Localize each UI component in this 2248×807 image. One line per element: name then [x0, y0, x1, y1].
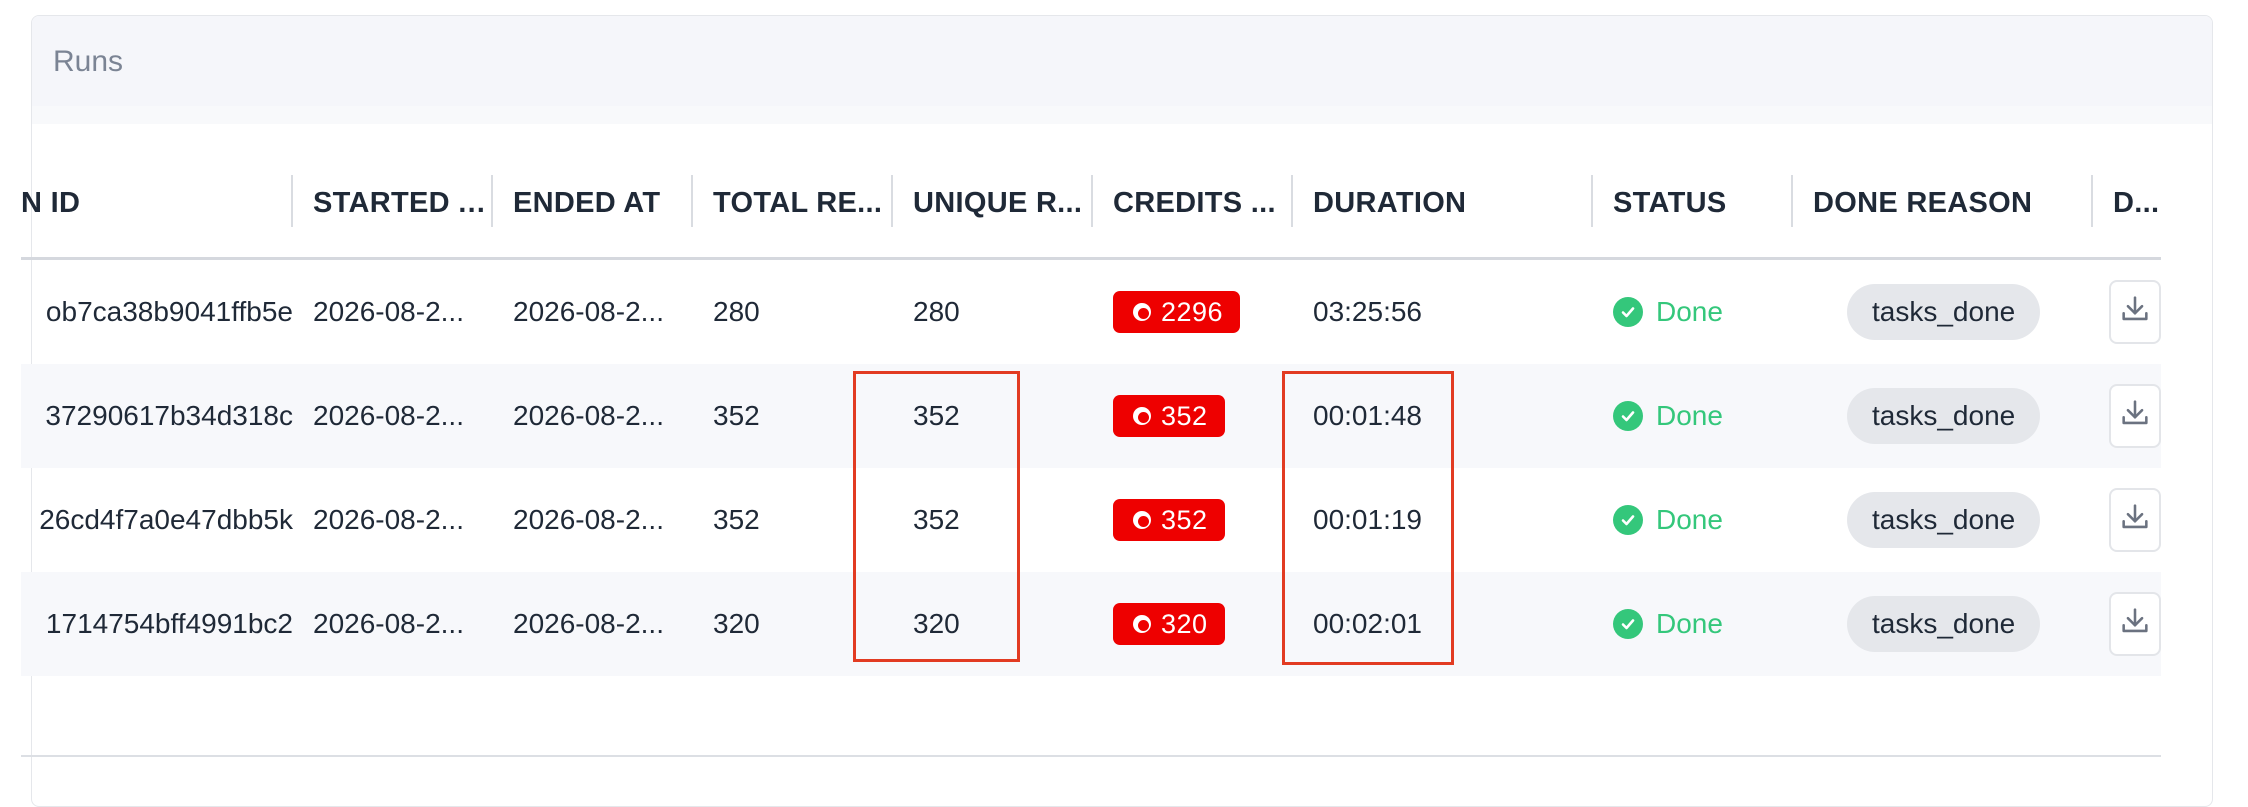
check-circle-icon: [1613, 505, 1643, 535]
column-header-ended-at[interactable]: ENDED AT: [493, 150, 693, 257]
ended-at-cell: 2026-08-2...: [513, 504, 664, 535]
highlight-box-duration: [1282, 371, 1454, 665]
status-badge: Done: [1613, 400, 1723, 432]
credits-badge: 352: [1113, 499, 1225, 541]
check-circle-icon: [1613, 609, 1643, 639]
column-header-done-reason[interactable]: DONE REASON: [1793, 150, 2093, 257]
column-header-run-id[interactable]: N ID: [21, 150, 293, 257]
credits-cell: 320: [1093, 572, 1293, 676]
table-row[interactable]: 37290617b34d318c 2026-08-2... 2026-08-2.…: [21, 364, 2161, 468]
coin-icon: [1133, 615, 1151, 633]
ended-at-cell: 2026-08-2...: [513, 400, 664, 431]
download-button[interactable]: [2109, 384, 2161, 448]
status-badge: Done: [1613, 608, 1723, 640]
started-at-cell: 2026-08-2...: [313, 504, 464, 535]
download-cell: [2093, 260, 2161, 364]
credits-badge: 352: [1113, 395, 1225, 437]
panel-spacer: [32, 106, 2212, 124]
table-row[interactable]: ob7ca38b9041ffb5e 2026-08-2... 2026-08-2…: [21, 260, 2161, 364]
done-reason-cell: tasks_done: [1793, 364, 2093, 468]
download-icon: [2118, 604, 2152, 645]
credits-badge: 2296: [1113, 291, 1241, 333]
table-header: N ID STARTED AT ENDED AT TOTAL RE... UNI…: [21, 150, 2161, 260]
table-row[interactable]: 1714754bff4991bc2 2026-08-2... 2026-08-2…: [21, 572, 2161, 676]
done-reason-chip: tasks_done: [1847, 492, 2041, 548]
status-cell: Done: [1593, 468, 1793, 572]
done-reason-cell: tasks_done: [1793, 260, 2093, 364]
table-bottom-divider: [21, 755, 2161, 757]
credits-cell: 352: [1093, 364, 1293, 468]
ended-at-cell: 2026-08-2...: [513, 608, 664, 639]
download-cell: [2093, 468, 2161, 572]
duration-cell: 03:25:56: [1313, 296, 1422, 327]
column-header-unique-results[interactable]: UNIQUE R...: [893, 150, 1093, 257]
done-reason-chip: tasks_done: [1847, 388, 2041, 444]
column-header-status[interactable]: STATUS: [1593, 150, 1793, 257]
started-at-cell: 2026-08-2...: [313, 400, 464, 431]
column-header-started-at[interactable]: STARTED AT: [293, 150, 493, 257]
highlight-box-unique-results: [853, 371, 1020, 662]
download-icon: [2118, 292, 2152, 333]
coin-icon: [1133, 511, 1151, 529]
unique-results-cell: 280: [913, 296, 960, 327]
panel-title: Runs: [53, 45, 124, 78]
total-results-cell: 280: [713, 296, 760, 327]
status-badge: Done: [1613, 296, 1723, 328]
run-id-cell[interactable]: 1714754bff4991bc2: [21, 572, 293, 676]
download-button[interactable]: [2109, 280, 2161, 344]
done-reason-cell: tasks_done: [1793, 468, 2093, 572]
panel-header: Runs: [32, 16, 2212, 106]
status-cell: Done: [1593, 260, 1793, 364]
download-cell: [2093, 364, 2161, 468]
started-at-cell: 2026-08-2...: [313, 608, 464, 639]
download-icon: [2118, 500, 2152, 541]
check-circle-icon: [1613, 297, 1643, 327]
column-header-download[interactable]: D...: [2093, 150, 2161, 257]
ended-at-cell: 2026-08-2...: [513, 296, 664, 327]
column-header-credits[interactable]: CREDITS ...: [1093, 150, 1293, 257]
credits-cell: 2296: [1093, 260, 1293, 364]
status-badge: Done: [1613, 504, 1723, 536]
credits-badge: 320: [1113, 603, 1225, 645]
started-at-cell: 2026-08-2...: [313, 296, 464, 327]
download-cell: [2093, 572, 2161, 676]
credits-cell: 352: [1093, 468, 1293, 572]
done-reason-cell: tasks_done: [1793, 572, 2093, 676]
column-header-total-results[interactable]: TOTAL RE...: [693, 150, 893, 257]
column-header-duration[interactable]: DURATION: [1293, 150, 1593, 257]
run-id-cell[interactable]: 26cd4f7a0e47dbb5k: [21, 468, 293, 572]
coin-icon: [1133, 407, 1151, 425]
status-cell: Done: [1593, 572, 1793, 676]
check-circle-icon: [1613, 401, 1643, 431]
run-id-cell[interactable]: 37290617b34d318c: [21, 364, 293, 468]
coin-icon: [1133, 303, 1151, 321]
run-id-cell[interactable]: ob7ca38b9041ffb5e: [21, 260, 293, 364]
download-button[interactable]: [2109, 488, 2161, 552]
download-icon: [2118, 396, 2152, 437]
status-cell: Done: [1593, 364, 1793, 468]
table-row[interactable]: 26cd4f7a0e47dbb5k 2026-08-2... 2026-08-2…: [21, 468, 2161, 572]
download-button[interactable]: [2109, 592, 2161, 656]
done-reason-chip: tasks_done: [1847, 596, 2041, 652]
done-reason-chip: tasks_done: [1847, 284, 2041, 340]
runs-table: N ID STARTED AT ENDED AT TOTAL RE... UNI…: [21, 150, 2161, 676]
